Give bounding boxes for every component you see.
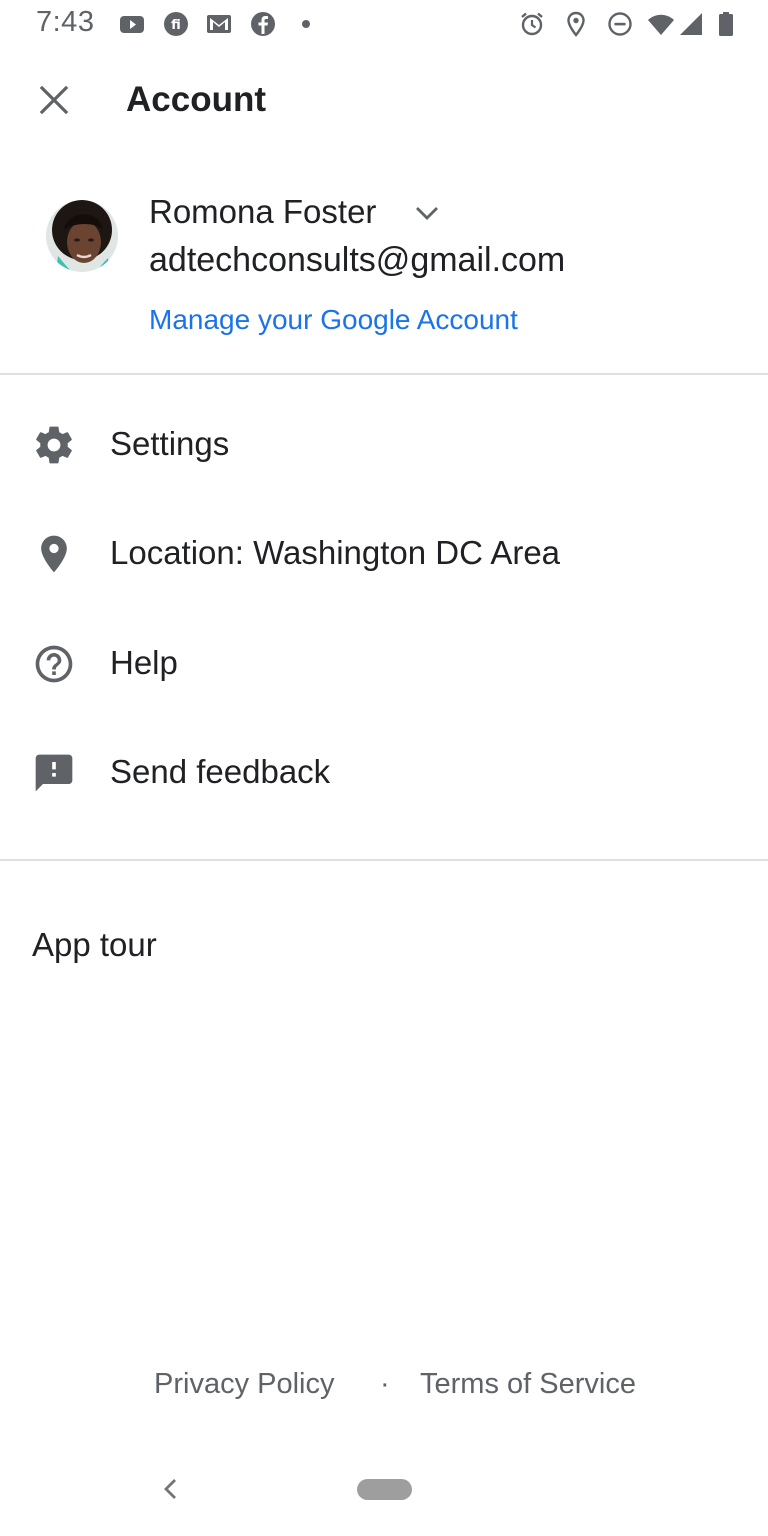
- notification-dot-icon: [292, 10, 320, 38]
- do-not-disturb-icon: [606, 10, 634, 38]
- avatar[interactable]: [46, 200, 118, 272]
- back-chevron-icon: [156, 1479, 186, 1508]
- alarm-icon: [518, 10, 546, 38]
- help-circle-icon: [32, 642, 76, 686]
- account-email: adtechconsults@gmail.com: [149, 241, 566, 279]
- status-time: 7:43: [36, 6, 95, 38]
- facebook-icon: [249, 10, 277, 38]
- menu-item-label: Send feedback: [110, 753, 331, 790]
- menu-item-location[interactable]: Location: Washington DC Area: [0, 500, 768, 608]
- footer-separator: ·: [380, 1368, 390, 1400]
- close-button[interactable]: [30, 78, 78, 126]
- app-tour-link[interactable]: App tour: [32, 926, 157, 964]
- terms-of-service-link[interactable]: Terms of Service: [420, 1368, 636, 1401]
- menu-item-send-feedback[interactable]: Send feedback: [0, 719, 768, 827]
- battery-icon: [712, 10, 740, 38]
- manage-account-link[interactable]: Manage your Google Account: [149, 304, 518, 336]
- cell-signal-icon: [676, 10, 704, 38]
- divider: [0, 859, 768, 861]
- privacy-policy-link[interactable]: Privacy Policy: [154, 1368, 335, 1401]
- close-icon: [38, 84, 70, 121]
- chevron-down-icon: [412, 207, 442, 232]
- menu-item-label: Location: Washington DC Area: [110, 534, 561, 571]
- menu-item-label: Help: [110, 644, 178, 681]
- home-pill-button[interactable]: [357, 1479, 412, 1500]
- menu-item-help[interactable]: Help: [0, 610, 768, 718]
- gmail-icon: [205, 10, 233, 38]
- account-switcher-button[interactable]: [412, 198, 442, 228]
- news-icon: fi: [162, 10, 190, 38]
- gear-icon: [32, 423, 76, 467]
- divider: [0, 373, 768, 375]
- wifi-icon: [647, 10, 675, 38]
- menu-item-settings[interactable]: Settings: [0, 391, 768, 499]
- location-pin-icon: [562, 10, 590, 38]
- location-pin-icon: [32, 532, 76, 576]
- page-title: Account: [126, 80, 266, 119]
- status-bar: 7:43 fi: [0, 0, 768, 48]
- feedback-icon: [32, 751, 76, 795]
- account-name: Romona Foster: [149, 193, 377, 230]
- svg-text:fi: fi: [171, 18, 181, 33]
- menu-item-label: Settings: [110, 425, 230, 462]
- back-button[interactable]: [156, 1474, 186, 1504]
- youtube-icon: [118, 10, 146, 38]
